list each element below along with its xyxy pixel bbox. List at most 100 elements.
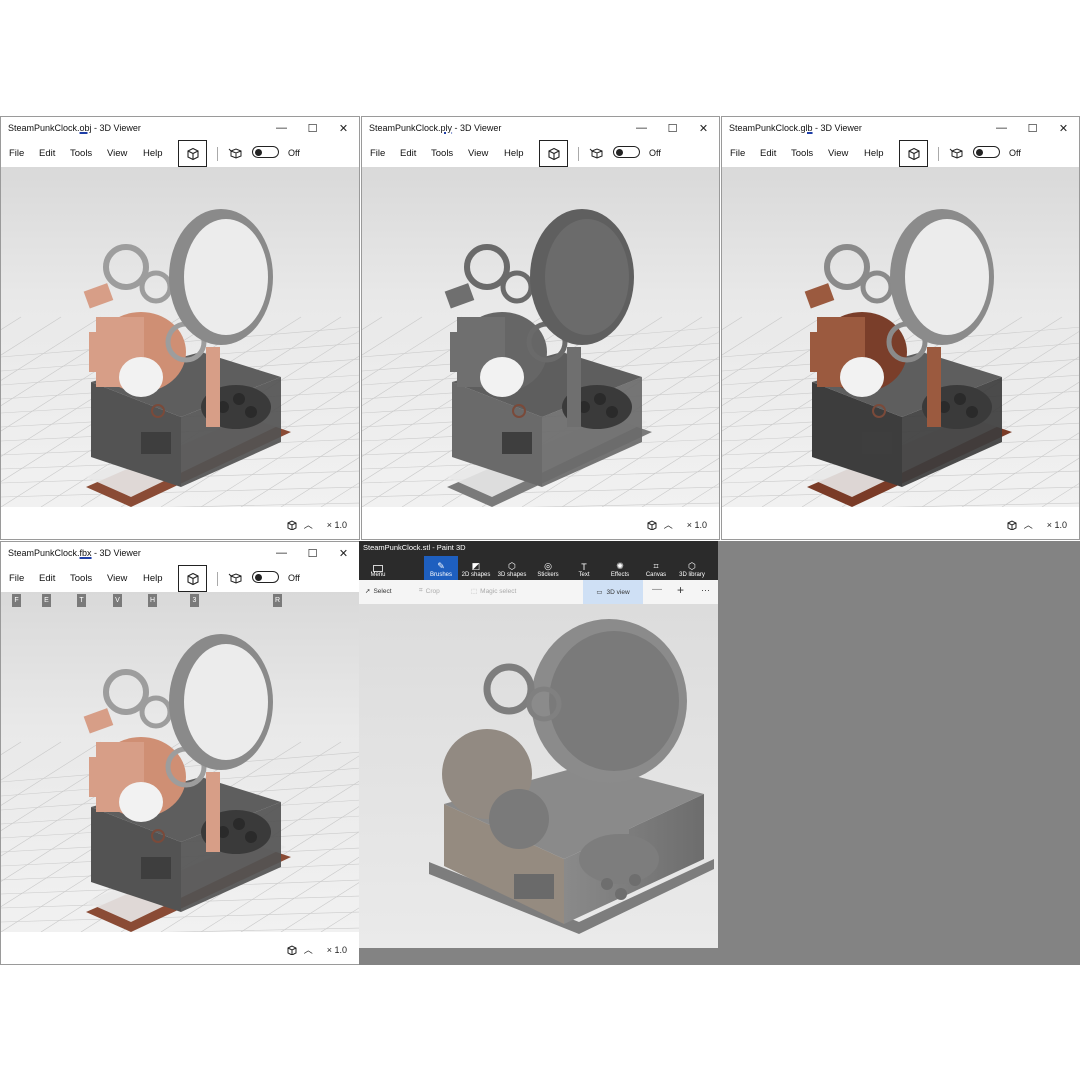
2d-shapes-icon: ◩ [471,561,481,571]
keytip-tools: T [77,594,86,607]
light-cube-icon [228,573,242,584]
cube-small-icon[interactable] [286,519,298,530]
mixed-reality-mode-button[interactable] [899,140,928,167]
keytip-mode: 3 [190,594,199,607]
lighting-toggle[interactable] [973,146,1000,158]
chevron-up-icon[interactable]: ︿ [1024,518,1033,531]
cube-mode-icon [907,147,920,160]
maximize-button[interactable]: ☐ [297,117,328,139]
menu-file[interactable]: File [730,148,745,159]
ribbon-text[interactable]: T Text [567,556,601,580]
keytip-edit: E [42,594,51,607]
lighting-state-label: Off [1009,148,1021,158]
chevron-up-icon[interactable]: ︿ [664,518,673,531]
viewer-window-glb: SteamPunkClock.glb - 3D Viewer — ☐ ✕ Fil… [721,116,1080,540]
magic-select-icon: ⬚ [471,588,478,595]
paint3d-canvas[interactable] [359,604,718,948]
light-cube-icon [589,148,603,159]
menu-bar: File Edit Tools View Help Off [1,564,359,592]
window-controls: — ☐ ✕ [986,117,1079,139]
menu-view[interactable]: View [107,148,127,159]
menu-help[interactable]: Help [864,148,884,159]
zoom-level: × 1.0 [686,519,707,530]
3d-shapes-icon: ⬡ [508,561,516,571]
3d-viewport[interactable] [362,167,719,507]
viewer-window-ply: SteamPunkClock.ply - 3D Viewer — ☐ ✕ Fil… [361,116,720,540]
menu-file[interactable]: File [9,148,24,159]
3d-viewport[interactable] [1,167,359,507]
menu-tools[interactable]: Tools [70,573,92,584]
zoom-level: × 1.0 [1046,519,1067,530]
lighting-state-label: Off [288,148,300,158]
menu-tools[interactable]: Tools [70,148,92,159]
menu-edit[interactable]: Edit [400,148,416,159]
ribbon-3d-library[interactable]: ⬡ 3D library [675,556,709,580]
menu-help[interactable]: Help [143,573,163,584]
menu-tools[interactable]: Tools [791,148,813,159]
cube-small-icon[interactable] [286,944,298,955]
3d-viewport[interactable] [722,167,1079,507]
cube-small-icon[interactable] [646,519,658,530]
lighting-toggle[interactable] [252,571,279,583]
menu-help[interactable]: Help [143,148,163,159]
mixed-reality-mode-button[interactable] [539,140,568,167]
paint3d-ribbon: Menu ✎ Brushes ◩ 2D shapes ⬡ 3D shapes ◎ Sticke… [359,554,718,580]
cube-small-icon[interactable] [1006,519,1018,530]
minimize-button[interactable]: — [266,542,297,564]
menu-view[interactable]: View [828,148,848,159]
cube-mode-icon [547,147,560,160]
ribbon-stickers[interactable]: ◎ Stickers [531,556,565,580]
ribbon-2d-shapes[interactable]: ◩ 2D shapes [459,556,493,580]
ribbon-canvas[interactable]: ⌗ Canvas [639,556,673,580]
more-button[interactable]: ··· [701,585,710,595]
viewport-scene [1,209,359,507]
lighting-toggle[interactable] [252,146,279,158]
chevron-up-icon[interactable]: ︿ [304,518,313,531]
mixed-reality-mode-button[interactable] [178,565,207,592]
close-button[interactable]: ✕ [688,117,719,139]
ribbon-brush[interactable]: ✎ Brushes [424,556,458,580]
minimize-button[interactable]: — [266,117,297,139]
menu-view[interactable]: View [468,148,488,159]
crop-tool[interactable]: ⌗ Crop [419,587,440,595]
maximize-button[interactable]: ☐ [297,542,328,564]
chevron-up-icon[interactable]: ︿ [304,943,313,956]
toolbar-separator [578,147,579,161]
keytip-help: H [148,594,157,607]
viewport-scene [362,209,719,507]
zoom-in-button[interactable]: + [677,583,684,597]
minimize-button[interactable]: — [626,117,657,139]
toolbar-separator [938,147,939,161]
select-tool[interactable]: ➚ Select [365,587,392,596]
3d-viewport[interactable] [1,592,359,932]
empty-area-strip [359,948,718,965]
light-cube-icon [228,148,242,159]
maximize-button[interactable]: ☐ [657,117,688,139]
maximize-button[interactable]: ☐ [1017,117,1048,139]
menu-edit[interactable]: Edit [39,148,55,159]
ribbon-effects[interactable]: ✺ Effects [603,556,637,580]
magic-select-tool[interactable]: ⬚ Magic select [471,587,516,596]
menu-file[interactable]: File [370,148,385,159]
menu-tools[interactable]: Tools [431,148,453,159]
minimize-button[interactable]: — [986,117,1017,139]
menu-button[interactable]: Menu [361,556,395,580]
viewport-scene [1,634,359,932]
menu-bar: File Edit Tools View Help Off [1,139,359,167]
menu-view[interactable]: View [107,573,127,584]
menu-help[interactable]: Help [504,148,524,159]
menu-file[interactable]: File [9,573,24,584]
zoom-out-button[interactable]: — [652,584,662,595]
mixed-reality-mode-button[interactable] [178,140,207,167]
keytip-lighting: R [273,594,282,607]
close-button[interactable]: ✕ [328,542,359,564]
close-button[interactable]: ✕ [1048,117,1079,139]
view-3d-button[interactable]: ▭ 3D view [583,580,643,604]
ribbon-3d-shapes[interactable]: ⬡ 3D shapes [495,556,529,580]
menu-bar: File Edit Tools View Help Off [362,139,719,167]
menu-edit[interactable]: Edit [760,148,776,159]
lighting-toggle[interactable] [613,146,640,158]
menu-bar: File Edit Tools View Help Off [722,139,1079,167]
menu-edit[interactable]: Edit [39,573,55,584]
close-button[interactable]: ✕ [328,117,359,139]
